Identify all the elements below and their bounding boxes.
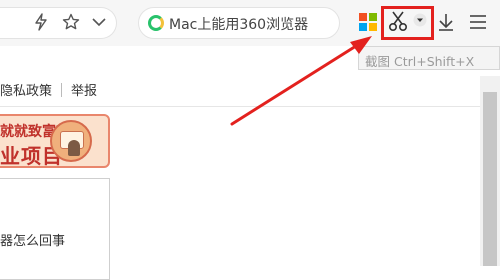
banner-illustration-icon	[50, 120, 92, 162]
search-input[interactable]: Mac上能用360浏览器	[138, 7, 340, 39]
divider	[0, 106, 480, 107]
search-icon	[148, 15, 164, 31]
link-divider	[61, 83, 63, 97]
report-link[interactable]: 举报	[71, 84, 97, 99]
download-icon[interactable]	[435, 11, 457, 33]
search-query: Mac上能用360浏览器	[169, 17, 309, 33]
highlight-box	[381, 6, 434, 40]
article-link[interactable]: 器怎么回事	[0, 230, 65, 249]
ad-banner[interactable]: 就就致富梦 业项目	[0, 114, 110, 168]
screenshot-tooltip: 截图 Ctrl+Shift+X	[358, 46, 500, 70]
scrollbar-thumb[interactable]	[483, 92, 497, 266]
menu-icon[interactable]	[467, 11, 489, 33]
star-icon[interactable]	[60, 11, 82, 33]
privacy-policy-link[interactable]: 隐私政策	[0, 84, 52, 99]
lightning-icon[interactable]	[30, 11, 52, 33]
content-card	[0, 178, 110, 280]
footer-links: 隐私政策 举报	[0, 80, 97, 99]
chevron-down-icon[interactable]	[88, 11, 110, 33]
app-grid-icon[interactable]	[359, 13, 377, 31]
